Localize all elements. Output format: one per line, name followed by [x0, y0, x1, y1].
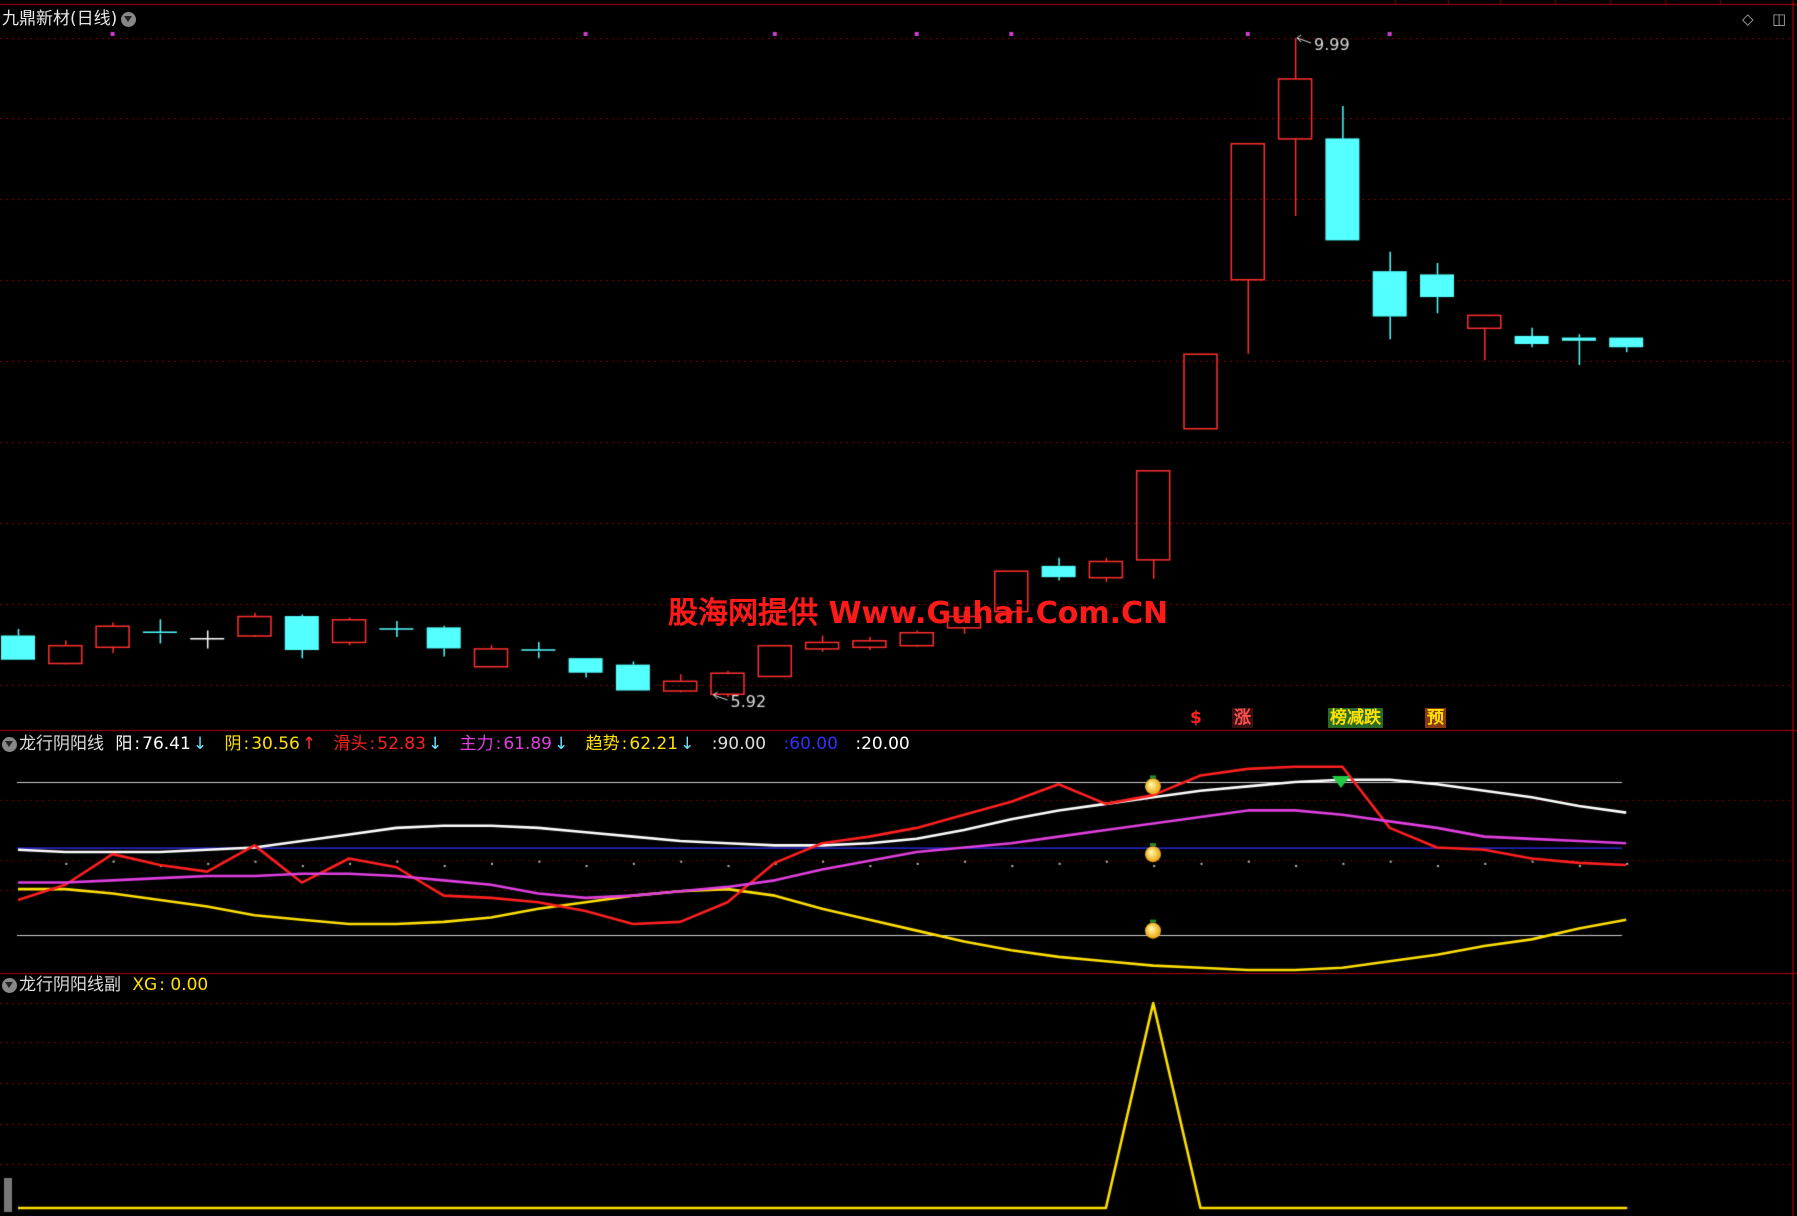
huatou-arrow: ↓	[427, 734, 443, 754]
chart-title-bar[interactable]: 九鼎新材(日线)	[2, 8, 138, 30]
xg-number: 0.00	[170, 975, 209, 995]
qushi-arrow: ↓	[680, 734, 695, 754]
sub-indicator-header[interactable]: 龙行阴阳线副 XG: 0.00	[2, 974, 212, 996]
indicator-name: 龙行阴阳线	[19, 734, 104, 754]
yang-label: 阳	[115, 734, 133, 754]
yang-number: 76.41	[142, 734, 191, 754]
level-20-value: :20.00	[855, 734, 910, 754]
yin-number: 30.56	[251, 734, 300, 754]
panel-icon[interactable]: ◫	[1772, 10, 1786, 28]
huatou-label: 滑头	[333, 734, 368, 754]
signal-zhang: 涨	[1232, 708, 1253, 728]
sub-dropdown-icon[interactable]	[2, 977, 17, 993]
sub-indicator-name: 龙行阴阳线副	[19, 975, 121, 995]
indicator-header[interactable]: 龙行阴阳线 阳:76.41 ↓ 阴:30.56 ↑ 滑头:52.83 ↓ 主力:61.…	[2, 733, 914, 755]
huatou-number: 52.83	[377, 734, 426, 754]
signal-bangjiandie: 榜减跌	[1328, 708, 1383, 728]
qushi-value: 趋势:62.21 ↓	[585, 734, 695, 754]
zhuli-arrow: ↓	[554, 734, 569, 754]
level-20-number: 20.00	[861, 734, 910, 754]
level-60-value: :60.00	[783, 734, 838, 754]
zhuli-value: 主力:61.89 ↓	[459, 734, 569, 754]
yin-label: 阴	[224, 734, 242, 754]
indicator-dropdown-icon[interactable]	[2, 736, 17, 752]
yin-value: 阴:30.56 ↑	[224, 734, 317, 754]
signal-zhang-text: 涨	[1234, 708, 1251, 728]
xg-value: XG: 0.00	[132, 975, 209, 995]
diamond-icon[interactable]: ◇	[1742, 10, 1754, 28]
level-90-number: 90.00	[717, 734, 767, 754]
signal-bangjiandie-text: 榜减跌	[1330, 708, 1381, 728]
signal-dollar-text: $	[1190, 708, 1202, 728]
level-90-value: :90.00	[711, 734, 767, 754]
yang-value: 阳:76.41 ↓	[115, 734, 208, 754]
zhuli-number: 61.89	[503, 734, 552, 754]
huatou-value: 滑头:52.83 ↓	[333, 734, 443, 754]
yin-arrow: ↑	[301, 734, 317, 754]
dropdown-icon[interactable]	[121, 11, 137, 27]
yang-arrow: ↓	[192, 734, 208, 754]
qushi-number: 62.21	[629, 734, 679, 754]
level-60-number: 60.00	[789, 734, 838, 754]
signal-yu-text: 预	[1427, 708, 1444, 728]
stock-title: 九鼎新材(日线)	[2, 9, 118, 29]
signal-yu: 预	[1425, 708, 1446, 728]
qushi-label: 趋势	[585, 734, 620, 754]
xg-label: XG	[132, 975, 158, 995]
watermark: 股海网提供 Www.Guhai.Com.CN	[668, 596, 1169, 631]
signal-dollar: $	[1188, 708, 1204, 728]
zhuli-label: 主力	[459, 734, 494, 754]
